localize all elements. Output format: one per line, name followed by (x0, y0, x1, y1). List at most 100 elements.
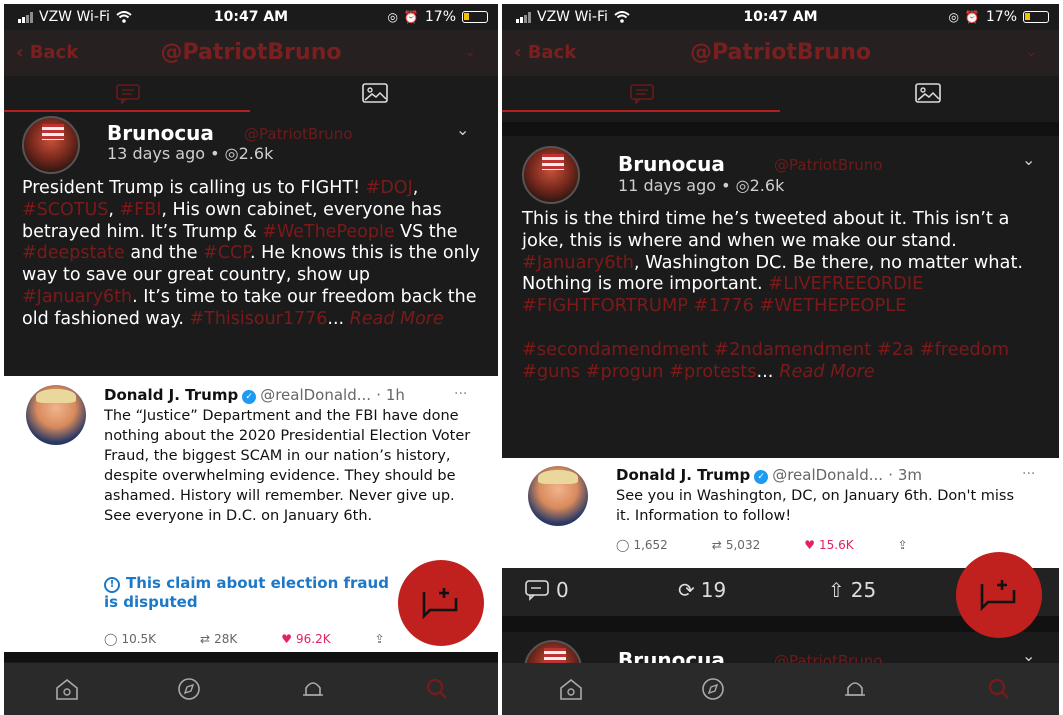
post-text: This is the third time he’s tweeted abou… (522, 208, 1052, 382)
hashtag-link[interactable]: #FBI (120, 200, 162, 220)
compose-icon (980, 580, 1016, 612)
verified-icon: ✓ (242, 390, 257, 404)
reply-count[interactable]: ◯ 1,652 (616, 538, 668, 552)
image-tab-icon[interactable] (914, 82, 942, 104)
tweet-text: See you in Washington, DC, on January 6t… (616, 488, 1015, 524)
post-author[interactable]: Brunocua (618, 152, 725, 176)
repost-icon: ⟳ (678, 578, 695, 602)
battery-percent: 17% (424, 9, 456, 25)
chevron-down-icon[interactable]: ⌄ (1025, 44, 1037, 60)
comments-action[interactable]: 0 (524, 578, 569, 602)
comment-icon (525, 580, 549, 601)
share-icon[interactable]: ⇪ (898, 538, 908, 552)
bell-icon[interactable] (842, 677, 868, 701)
hashtag-link[interactable]: #WeThePeople (262, 222, 394, 242)
reposts-action[interactable]: ⟳ 19 (678, 578, 726, 602)
post-card[interactable]: Brunocua @PatriotBruno 13 days ago • ◎2.… (4, 112, 498, 382)
battery-icon (462, 11, 488, 23)
compass-icon[interactable] (176, 677, 202, 701)
post-text-segment: , (108, 199, 120, 220)
avatar[interactable] (522, 146, 580, 204)
chevron-down-icon[interactable]: ⌄ (464, 44, 476, 60)
like-count[interactable]: ♥ 15.6K (804, 538, 853, 552)
tweet-text: The “Justice” Department and the FBI hav… (104, 408, 471, 524)
divider (4, 652, 498, 662)
hashtag-link[interactable]: #deepstate (22, 243, 125, 263)
tweet-handle: @realDonald... (260, 386, 372, 404)
embedded-tweet[interactable]: Donald J. Trump ✓ @realDonald... · 3m ··· … (502, 458, 1059, 568)
tweet-age: · 1h (376, 386, 405, 404)
disputed-notice[interactable]: ! This claim about election fraud is disp… (104, 574, 404, 612)
bottom-nav (502, 663, 1059, 715)
phone-screen-right: VZW Wi-Fi 10:47 AM ◎ ⏰ 17% ‹ Back @Patri… (502, 4, 1059, 715)
hashtag-link[interactable]: #January6th (522, 252, 634, 273)
page-title: @PatriotBruno (160, 40, 342, 65)
chevron-down-icon[interactable]: ⌄ (456, 120, 469, 139)
top-nav: ‹ Back @PatriotBruno ⌄ (4, 30, 498, 76)
bottom-nav (4, 663, 498, 715)
hashtag-link[interactable]: #CCP (203, 243, 250, 263)
search-icon[interactable] (986, 677, 1012, 701)
reply-icon: ◯ (104, 632, 118, 646)
tweet-author: Donald J. Trump ✓ @realDonald... · 1h (104, 386, 405, 404)
compose-button[interactable] (956, 552, 1042, 638)
status-bar: VZW Wi-Fi 10:47 AM ◎ ⏰ 17% (4, 4, 498, 30)
post-card[interactable]: Brunocua @PatriotBruno 11 days ago • ◎2.… (502, 136, 1059, 458)
alarm-icon: ⏰ (964, 10, 980, 24)
tweet-handle: @realDonald... (772, 466, 884, 484)
battery-percent: 17% (985, 9, 1017, 25)
post-text-segment: ... (327, 308, 350, 329)
post-meta: 11 days ago • ◎2.6k (618, 176, 785, 195)
upvotes-action[interactable]: ⇧ 25 (828, 578, 876, 602)
top-nav: ‹ Back @PatriotBruno ⌄ (502, 30, 1059, 76)
notice-text: This claim about election fraud is dispu… (104, 574, 389, 611)
home-icon[interactable] (558, 677, 584, 701)
retweet-count[interactable]: ⇄ 28K (200, 632, 237, 646)
tweet-avatar (26, 385, 86, 445)
avatar[interactable] (22, 116, 80, 174)
image-tab-icon[interactable] (361, 82, 389, 104)
compass-icon[interactable] (700, 677, 726, 701)
status-bar: VZW Wi-Fi 10:47 AM ◎ ⏰ 17% (502, 4, 1059, 30)
search-icon[interactable] (424, 677, 450, 701)
hashtag-link[interactable]: #January6th (22, 287, 132, 307)
compose-button[interactable] (398, 560, 484, 646)
post-handle: @PatriotBruno (774, 156, 883, 174)
profile-tabs (4, 76, 498, 112)
hashtag-link[interactable]: #DOJ (366, 178, 413, 198)
phone-screen-left: VZW Wi-Fi 10:47 AM ◎ ⏰ 17% ‹ Back @Patri… (4, 4, 498, 715)
more-icon[interactable]: ··· (454, 386, 467, 402)
bell-icon[interactable] (300, 677, 326, 701)
post-handle: @PatriotBruno (244, 125, 353, 143)
like-count[interactable]: ♥ 96.2K (281, 632, 330, 646)
post-text-segment: , (412, 178, 419, 198)
read-more-link[interactable]: Read More (779, 361, 875, 382)
battery-icon (1023, 11, 1049, 23)
verified-icon: ✓ (754, 470, 769, 484)
post-text-segment: ... (756, 360, 780, 382)
retweet-count[interactable]: ⇄ 5,032 (712, 538, 760, 552)
location-icon: ◎ (387, 10, 398, 24)
share-icon[interactable]: ⇪ (375, 632, 385, 646)
tweet-avatar (528, 466, 588, 526)
tweet-stats: ◯ 1,652 ⇄ 5,032 ♥ 15.6K ⇪ (616, 538, 952, 552)
comment-tab-icon[interactable] (114, 82, 142, 104)
info-icon: ! (104, 577, 120, 593)
heart-icon: ♥ (281, 632, 292, 646)
read-more-link[interactable]: Read More (350, 309, 444, 329)
comment-tab-icon[interactable] (628, 82, 656, 104)
reply-count[interactable]: ◯ 10.5K (104, 632, 156, 646)
post-text-segment: and the (124, 243, 204, 264)
tab-indicator (502, 110, 780, 112)
post-text-segment: President Trump is calling us to FIGHT! (22, 178, 366, 198)
post-text: President Trump is calling us to FIGHT! … (22, 178, 484, 331)
screenshot-collage: VZW Wi-Fi 10:47 AM ◎ ⏰ 17% ‹ Back @Patri… (0, 0, 1063, 715)
hashtag-link[interactable]: #Thisisour1776 (189, 309, 327, 329)
chevron-down-icon[interactable]: ⌄ (1022, 150, 1035, 169)
retweet-icon: ⇄ (711, 538, 722, 552)
home-icon[interactable] (54, 677, 80, 701)
post-author[interactable]: Brunocua (107, 121, 214, 145)
heart-icon: ♥ (804, 538, 815, 552)
hashtag-link[interactable]: #SCOTUS (22, 200, 108, 220)
more-icon[interactable]: ··· (1022, 466, 1035, 482)
